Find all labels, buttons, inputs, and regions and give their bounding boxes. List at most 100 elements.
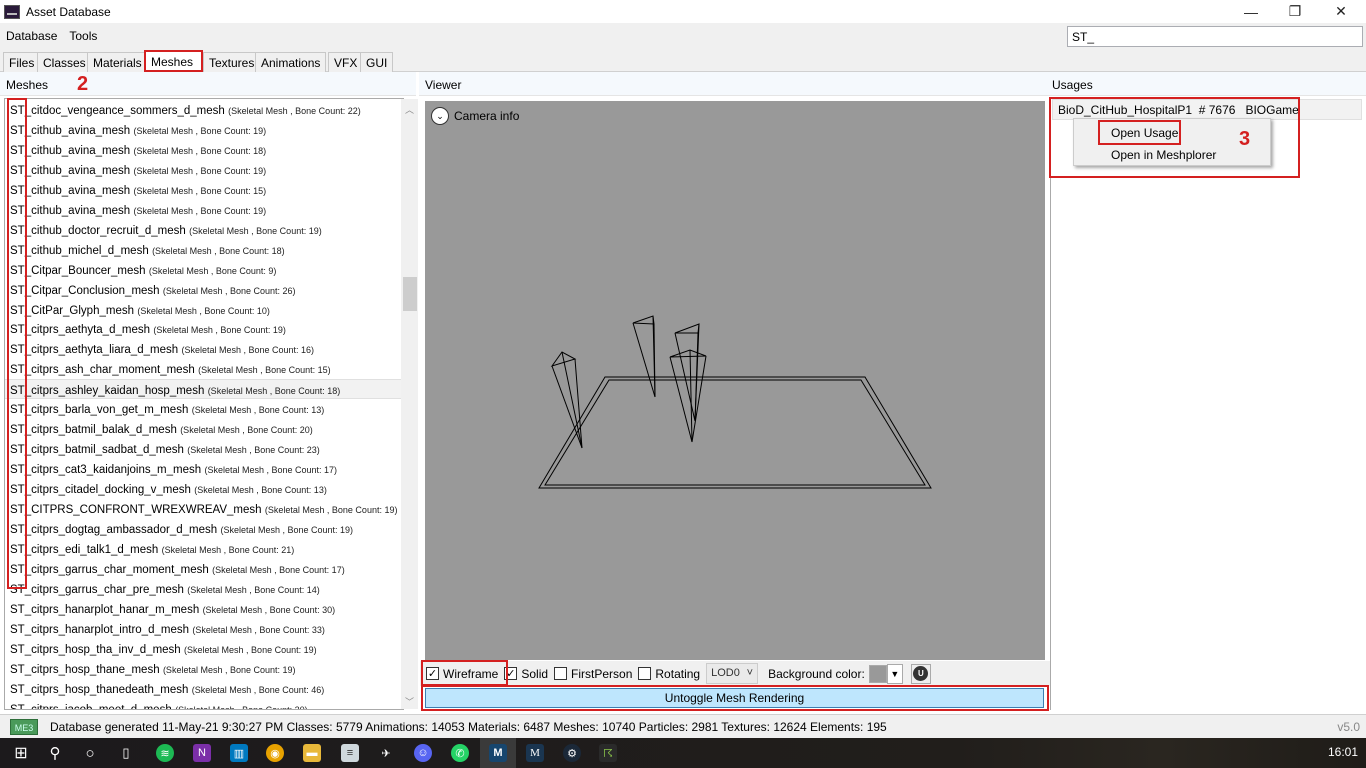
mesh-meta: (Skeletal Mesh , Bone Count: 19) (153, 325, 286, 336)
mesh-list-item[interactable]: ST_citprs_garrus_char_moment_mesh (Skele… (5, 559, 402, 579)
spotify-icon[interactable]: ≋ (156, 744, 174, 762)
mesh-name: ST_cithub_avina_mesh (10, 124, 131, 137)
first-person-checkbox[interactable] (554, 667, 568, 680)
search-icon[interactable]: ⚲ (46, 744, 64, 762)
lod-select[interactable]: LOD0 ˅ (706, 663, 759, 684)
solid-label[interactable]: Solid (521, 667, 548, 681)
wireframe-render (538, 315, 932, 489)
task-view-icon[interactable]: ▯ (117, 744, 135, 762)
me3explorer-icon[interactable]: M (489, 744, 507, 762)
windows-start-icon[interactable]: ⊞ (12, 744, 30, 762)
mesh-viewer[interactable]: ⌄ Camera info (425, 101, 1045, 660)
chrome-icon[interactable]: ◉ (266, 744, 284, 762)
mesh-list-item[interactable]: ST_citprs_batmil_sadbat_d_mesh (Skeletal… (5, 439, 402, 459)
color-dropdown-icon[interactable]: ▼ (886, 663, 903, 684)
notepad-icon[interactable]: ≡ (341, 744, 359, 762)
usages-list[interactable]: BioD_CitHub_HospitalP1 # 7676 BIOGame (1050, 98, 1366, 710)
mesh-meta: (Skeletal Mesh , Bone Count: 9) (148, 265, 277, 276)
mesh-list-item[interactable]: ST_citprs_barla_von_get_m_mesh (Skeletal… (5, 399, 402, 419)
mesh-list-item[interactable]: ST_citprs_jacob_meet_d_mesh (Skeletal Me… (5, 699, 402, 710)
menu-database[interactable]: Database (0, 29, 63, 43)
mesh-list-item[interactable]: ST_CITPRS_CONFRONT_WREXWREAV_mesh (Skele… (5, 499, 402, 519)
close-button[interactable]: ✕ (1318, 0, 1364, 23)
tab-vfx[interactable]: VFX (328, 52, 364, 72)
mesh-list-item[interactable]: ST_citprs_edi_talk1_d_mesh (Skeletal Mes… (5, 539, 402, 559)
mesh-name: ST_citprs_garrus_char_moment_mesh (10, 563, 209, 576)
search-input[interactable]: ST_ (1067, 26, 1363, 47)
mesh-list-item[interactable]: ST_CitPar_Glyph_mesh (Skeletal Mesh , Bo… (5, 300, 402, 320)
whatsapp-icon[interactable]: ✆ (451, 744, 469, 762)
mesh-name: ST_citprs_hanarplot_intro_d_mesh (10, 623, 189, 636)
mesh-list-item[interactable]: ST_citprs_aethyta_d_mesh (Skeletal Mesh … (5, 319, 402, 339)
mesh-meta: (Skeletal Mesh , Bone Count: 16) (181, 345, 315, 356)
mesh-meta: (Skeletal Mesh , Bone Count: 19) (220, 524, 354, 535)
mesh-name: ST_cithub_avina_mesh (10, 164, 131, 177)
mesh-list-item[interactable]: ST_citprs_hanarplot_intro_d_mesh (Skelet… (5, 619, 402, 639)
first-person-label[interactable]: FirstPerson (571, 667, 632, 681)
mesh-list-item[interactable]: ST_citprs_aethyta_liara_d_mesh (Skeletal… (5, 339, 402, 359)
mesh-list-item[interactable]: ST_cithub_michel_d_mesh (Skeletal Mesh ,… (5, 240, 402, 260)
meshes-scrollbar[interactable]: ︿ ﹀ (401, 99, 418, 709)
mesh-name: ST_CITPRS_CONFRONT_WREXWREAV_mesh (10, 504, 262, 516)
mesh-meta: (Skeletal Mesh , Bone Count: 20) (175, 704, 308, 710)
discord-icon[interactable]: ☺ (414, 744, 432, 762)
steam-icon[interactable]: ⚙ (563, 744, 581, 762)
app-icon-green[interactable]: ☈ (599, 744, 617, 762)
mesh-list-item[interactable]: ST_cithub_doctor_recruit_d_mesh (Skeleta… (5, 220, 402, 240)
trello-icon[interactable]: ▥ (230, 744, 248, 762)
mesh-name: ST_cithub_avina_mesh (10, 144, 131, 157)
tab-gui[interactable]: GUI (360, 52, 394, 72)
scroll-up-icon[interactable]: ︿ (405, 103, 414, 116)
mesh-meta: (Skeletal Mesh , Bone Count: 13) (194, 485, 327, 496)
mesh-list-item[interactable]: ST_citprs_cat3_kaidanjoins_m_mesh (Skele… (5, 459, 402, 479)
file-explorer-icon[interactable]: ▬ (303, 744, 321, 762)
mesh-list-item[interactable]: ST_citprs_hosp_tha_inv_d_mesh (Skeletal … (5, 639, 402, 659)
mesh-list-item[interactable]: ST_citprs_garrus_char_pre_mesh (Skeletal… (5, 579, 402, 599)
mesh-list-item[interactable]: ST_citprs_hosp_thane_mesh (Skeletal Mesh… (5, 659, 402, 679)
mass-effect-icon[interactable]: M (526, 744, 544, 762)
rotating-checkbox[interactable] (638, 667, 652, 680)
tab-files[interactable]: Files (3, 52, 41, 72)
tab-meshes[interactable]: Meshes (144, 50, 203, 72)
tab-animations[interactable]: Animations (255, 52, 327, 72)
mesh-name: ST_citprs_hosp_thanedeath_mesh (10, 683, 189, 696)
mesh-list-item[interactable]: ST_citprs_ash_char_moment_mesh (Skeletal… (5, 359, 402, 379)
menu-tools[interactable]: Tools (63, 29, 103, 43)
onenote-icon[interactable]: N (193, 744, 211, 762)
mesh-list-item[interactable]: ST_citprs_hanarplot_hanar_m_mesh (Skelet… (5, 599, 402, 619)
mesh-list-item[interactable]: ST_citprs_citadel_docking_v_mesh (Skelet… (5, 479, 402, 499)
minimize-button[interactable]: — (1228, 0, 1274, 23)
mesh-list-item[interactable]: ST_cithub_avina_mesh (Skeletal Mesh , Bo… (5, 120, 402, 140)
mesh-meta: (Skeletal Mesh , Bone Count: 23) (187, 445, 320, 456)
tab-materials[interactable]: Materials (87, 52, 148, 72)
mesh-name: ST_cithub_michel_d_mesh (10, 244, 149, 257)
mesh-list-item[interactable]: ST_cithub_avina_mesh (Skeletal Mesh , Bo… (5, 200, 402, 220)
mesh-list-item[interactable]: ST_Citpar_Conclusion_mesh (Skeletal Mesh… (5, 280, 402, 300)
mesh-list-item[interactable]: ST_citprs_dogtag_ambassador_d_mesh (Skel… (5, 519, 402, 539)
cortana-icon[interactable]: ○ (81, 744, 99, 762)
mesh-list-item[interactable]: ST_Citpar_Bouncer_mesh (Skeletal Mesh , … (5, 260, 402, 280)
meshes-list[interactable]: ST_citdoc_vengeance_sommers_d_mesh (Skel… (4, 98, 404, 710)
viewer-toolbar: ✓ Wireframe ✓ Solid FirstPerson Rotating… (420, 661, 1050, 686)
tab-textures[interactable]: Textures (203, 52, 261, 72)
game-badge[interactable]: ME3 (10, 718, 38, 735)
rotating-label[interactable]: Rotating (655, 667, 700, 681)
mesh-name: ST_citprs_ash_char_moment_mesh (10, 364, 195, 377)
tab-classes[interactable]: Classes (37, 52, 92, 72)
mesh-list-item[interactable]: ST_citdoc_vengeance_sommers_d_mesh (Skel… (5, 100, 402, 120)
restore-button[interactable]: ❐ (1272, 0, 1318, 23)
background-color-swatch[interactable] (868, 664, 887, 683)
scroll-thumb[interactable] (403, 277, 417, 311)
mesh-list-item[interactable]: ST_citprs_batmil_balak_d_mesh (Skeletal … (5, 419, 402, 439)
mesh-list-item[interactable]: ST_cithub_avina_mesh (Skeletal Mesh , Bo… (5, 160, 402, 180)
scroll-down-icon[interactable]: ﹀ (405, 695, 414, 708)
mesh-list-item[interactable]: ST_cithub_avina_mesh (Skeletal Mesh , Bo… (5, 140, 402, 160)
mesh-list-item[interactable]: ST_citprs_ashley_kaidan_hosp_mesh (Skele… (5, 379, 402, 400)
app-icon (4, 4, 20, 19)
taskbar-clock[interactable]: 16:01 (1328, 745, 1358, 759)
mesh-list-item[interactable]: ST_citprs_hosp_thanedeath_mesh (Skeletal… (5, 679, 402, 699)
mesh-list-item[interactable]: ST_cithub_avina_mesh (Skeletal Mesh , Bo… (5, 180, 402, 200)
flight-app-icon[interactable]: ✈ (377, 744, 395, 762)
mesh-name: ST_Citpar_Bouncer_mesh (10, 264, 146, 277)
unreal-button[interactable]: U (910, 663, 931, 684)
